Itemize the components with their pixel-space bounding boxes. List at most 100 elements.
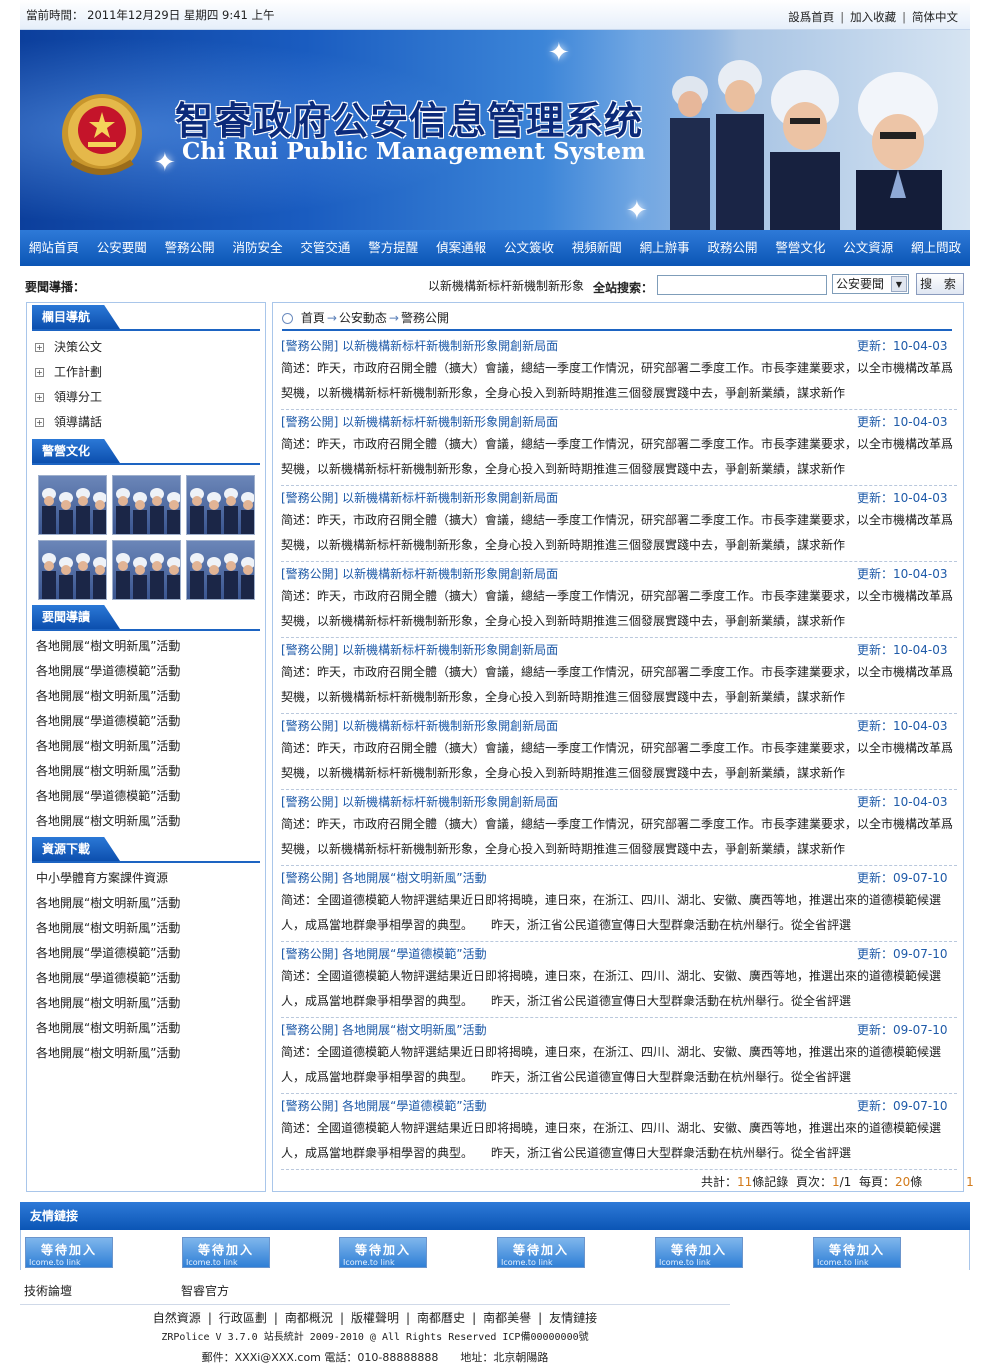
add-favorite-link[interactable]: 加入收藏 (850, 10, 896, 24)
nav-item-police-culture[interactable]: 警營文化 (766, 230, 834, 266)
nav-item-police-news[interactable]: 公安要聞 (88, 230, 156, 266)
nav-item-police-affairs[interactable]: 警務公開 (156, 230, 224, 266)
gallery-photo[interactable] (38, 540, 107, 600)
article-title[interactable]: [警務公開] 以新機構新标杆新機制新形象開創新局面 (281, 641, 558, 658)
download-list: 中小學體育方案課件資源 各地開展“樹文明新風”活動 各地開展“樹文明新風”活動 … (27, 863, 265, 1069)
friend-logo[interactable]: 等待加入 Icome.to link (339, 1237, 427, 1268)
article-item: [警務公開] 以新機構新标杆新機制新形象開創新局面 更新：10-04-03 简述… (281, 562, 957, 638)
arrow-right-icon: → (326, 311, 337, 325)
list-item[interactable]: 各地開展“樹文明新風”活動 (36, 916, 259, 941)
list-item[interactable]: 各地開展“樹文明新風”活動 (36, 1016, 259, 1041)
section-header-news-guide: 要聞導讀 (32, 605, 260, 631)
article-title[interactable]: [警務公開] 以新機構新标杆新機制新形象開創新局面 (281, 793, 558, 810)
list-item[interactable]: 各地開展“樹文明新風”活動 (36, 759, 259, 784)
article-summary: 简述：昨天，市政府召開全體（擴大）會議，總結一季度工作情況，研究部署二季度工作。… (281, 741, 954, 780)
friend-logo[interactable]: 等待加入 Icome.to link (25, 1237, 113, 1268)
search-button[interactable]: 搜 索 (916, 273, 964, 295)
breadcrumb-home[interactable]: 首頁 (301, 311, 325, 325)
article-item: [警務公開] 各地開展“樹文明新風”活動 更新：09-07-10 简述：全國道德… (281, 1018, 957, 1094)
article-title[interactable]: [警務公開] 以新機構新标杆新機制新形象開創新局面 (281, 717, 558, 734)
separator: | (902, 10, 906, 24)
search-category-select[interactable]: 公安要聞 ▼ (832, 274, 909, 294)
nav-item-traffic[interactable]: 交管交通 (291, 230, 359, 266)
footer-link[interactable]: 版權聲明 (351, 1311, 399, 1325)
list-item[interactable]: 各地開展“樹文明新風”活動 (36, 684, 259, 709)
list-item[interactable]: 各地開展“學道德模範”活動 (36, 941, 259, 966)
article-title[interactable]: [警務公開] 各地開展“學道德模範”活動 (281, 945, 487, 962)
nav-item-case-reports[interactable]: 偵案通報 (427, 230, 495, 266)
article-title[interactable]: [警務公開] 以新機構新标杆新機制新形象開創新局面 (281, 489, 558, 506)
sidebar: 欄目導航 + 決策公文 + 工作計劃 + 領導分工 + 領導講話 警營文化 要聞導讀 各… (26, 302, 266, 1192)
article-item: [警務公開] 以新機構新标杆新機制新形象開創新局面 更新：10-04-03 简述… (281, 638, 957, 714)
nav-item-online-inquiry[interactable]: 網上問政 (902, 230, 970, 266)
nav-item-home[interactable]: 網站首頁 (20, 230, 88, 266)
gallery-photo[interactable] (112, 540, 181, 600)
list-item[interactable]: 各地開展“樹文明新風”活動 (36, 734, 259, 759)
article-summary: 简述：全國道德模範人物評選結果近日即将揭曉，連日來，在浙江、四川、湖北、安徽、廣… (281, 1045, 942, 1084)
category-item[interactable]: + 工作計劃 (35, 360, 259, 385)
friend-logo[interactable]: 等待加入 Icome.to link (813, 1237, 901, 1268)
set-homepage-link[interactable]: 設爲首頁 (788, 10, 834, 24)
simplified-chinese-link[interactable]: 简体中文 (912, 10, 958, 24)
top-links: 設爲首頁 | 加入收藏 | 简体中文 (788, 9, 958, 25)
nav-item-fire-safety[interactable]: 消防安全 (224, 230, 292, 266)
friend-logo[interactable]: 等待加入 Icome.to link (182, 1237, 270, 1268)
article-item: [警務公開] 各地開展“學道德模範”活動 更新：09-07-10 简述：全國道德… (281, 1094, 957, 1170)
list-item[interactable]: 各地開展“樹文明新風”活動 (36, 891, 259, 916)
gallery-photo[interactable] (112, 475, 181, 535)
list-item[interactable]: 各地開展“樹文明新風”活動 (36, 1041, 259, 1066)
category-item[interactable]: + 領導講話 (35, 410, 259, 435)
sparkle-icon: ✦ (154, 148, 176, 178)
breadcrumb-police-dynamics[interactable]: 公安動态 (339, 311, 387, 325)
footer-link[interactable]: 友情鏈接 (549, 1311, 597, 1325)
gallery-photo[interactable] (186, 540, 255, 600)
nav-item-document-resources[interactable]: 公文資源 (834, 230, 902, 266)
list-item[interactable]: 中小學體育方案課件資源 (36, 866, 259, 891)
pager-per: 20 (894, 1175, 911, 1189)
current-time: 當前時間： 2011年12月29日 星期四 9:41 上午 (26, 7, 274, 23)
article-title[interactable]: [警務公開] 以新機構新标杆新機制新形象開創新局面 (281, 337, 558, 354)
gallery-photo[interactable] (38, 475, 107, 535)
police-emblem-icon (62, 94, 142, 175)
list-item[interactable]: 各地開展“學道德模範”活動 (36, 784, 259, 809)
list-item[interactable]: 各地開展“樹文明新風”活動 (36, 809, 259, 834)
nav-item-government-affairs[interactable]: 政務公開 (699, 230, 767, 266)
footer-link[interactable]: 南都概況 (285, 1311, 333, 1325)
category-item[interactable]: + 領導分工 (35, 385, 259, 410)
chevron-down-icon[interactable]: ▼ (891, 276, 907, 292)
nav-item-document-signing[interactable]: 公文簽收 (495, 230, 563, 266)
friend-logo[interactable]: 等待加入 Icome.to link (655, 1237, 743, 1268)
nav-item-police-alerts[interactable]: 警方提醒 (359, 230, 427, 266)
category-item[interactable]: + 決策公文 (35, 335, 259, 360)
top-bar: 當前時間： 2011年12月29日 星期四 9:41 上午 設爲首頁 | 加入收藏 |… (20, 0, 970, 30)
nav-item-online-services[interactable]: 網上辦事 (631, 230, 699, 266)
friend-link-official[interactable]: 智睿官方 (181, 1282, 229, 1299)
list-item[interactable]: 各地開展“學道德模範”活動 (36, 659, 259, 684)
footer-link[interactable]: 行政區劃 (219, 1311, 267, 1325)
search-input[interactable] (657, 275, 827, 295)
pager-records-label: 條記錄 (752, 1175, 789, 1189)
article-date: 更新：10-04-03 (857, 491, 948, 505)
list-item[interactable]: 各地開展“學道德模範”活動 (36, 709, 259, 734)
search-category-value: 公安要聞 (836, 277, 885, 291)
list-item[interactable]: 各地開展“學道德模範”活動 (36, 966, 259, 991)
list-item[interactable]: 各地開展“樹文明新風”活動 (36, 991, 259, 1016)
article-title[interactable]: [警務公開] 各地開展“樹文明新風”活動 (281, 1021, 487, 1038)
article-title[interactable]: [警務公開] 以新機構新标杆新機制新形象開創新局面 (281, 565, 558, 582)
site-search-label: 全站搜索： (593, 281, 654, 295)
friend-link-tech-forum[interactable]: 技術論壇 (24, 1282, 72, 1299)
pagination: 共計：11條記錄 頁次：1/1 每頁：20條 1 (701, 1173, 974, 1190)
article-title[interactable]: [警務公開] 各地開展“樹文明新風”活動 (281, 869, 487, 886)
article-title[interactable]: [警務公開] 各地開展“學道德模範”活動 (281, 1097, 487, 1114)
article-title[interactable]: [警務公開] 以新機構新标杆新機制新形象開創新局面 (281, 413, 558, 430)
footer-link[interactable]: 南都美譽 (483, 1311, 531, 1325)
nav-item-video-news[interactable]: 視頻新聞 (563, 230, 631, 266)
page-link[interactable]: 1 (966, 1175, 974, 1189)
gallery-photo[interactable] (186, 475, 255, 535)
friend-logo[interactable]: 等待加入 Icome.to link (497, 1237, 585, 1268)
list-item[interactable]: 各地開展“樹文明新風”活動 (36, 634, 259, 659)
photo-gallery (27, 465, 265, 605)
news-ticker[interactable]: 以新機構新标杆新機制新形象 (428, 277, 584, 294)
footer-link[interactable]: 自然資源 (153, 1311, 201, 1325)
footer-link[interactable]: 南都曆史 (417, 1311, 465, 1325)
